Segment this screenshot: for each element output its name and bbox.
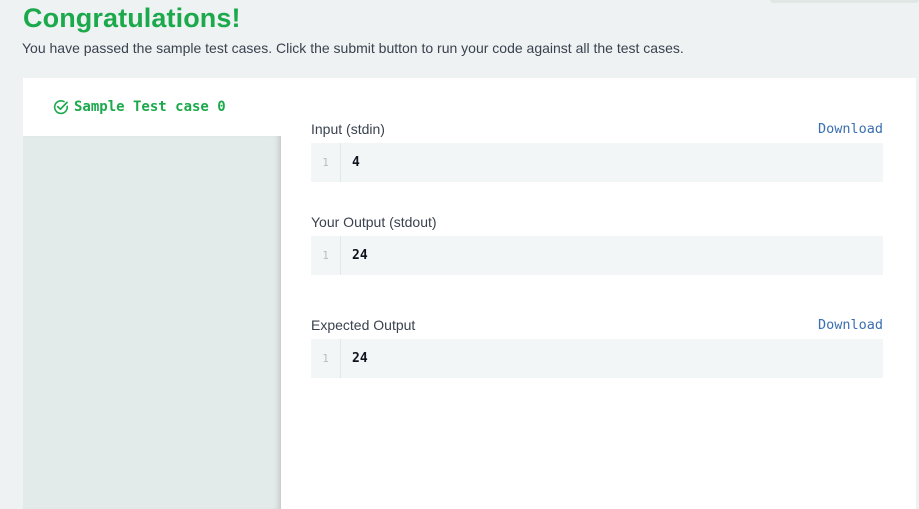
- line-number: 1: [311, 143, 341, 182]
- output-section-header: Your Output (stdout): [311, 214, 883, 234]
- congratulations-title: Congratulations!: [23, 3, 241, 33]
- result-header: Congratulations! You have passed the sam…: [0, 0, 919, 78]
- input-download-link[interactable]: Download: [818, 121, 883, 137]
- output-label: Your Output (stdout): [311, 214, 437, 230]
- line-number: 1: [311, 339, 341, 378]
- input-label: Input (stdin): [311, 121, 385, 137]
- input-section-header: Input (stdin) Download: [311, 121, 883, 141]
- test-results-panel: Sample Test case 0 Input (stdin) Downloa…: [23, 78, 916, 509]
- expected-section-header: Expected Output Download: [311, 317, 883, 337]
- input-code-box: 1 4: [311, 143, 883, 182]
- tabs-empty-area: [23, 136, 281, 509]
- check-circle-icon: [53, 99, 69, 115]
- tab-label: Sample Test case 0: [74, 99, 226, 115]
- result-message: You have passed the sample test cases. C…: [22, 40, 684, 56]
- expected-value: 24: [352, 351, 368, 366]
- expected-code-box: 1 24: [311, 339, 883, 378]
- test-case-tabs: Sample Test case 0: [23, 78, 281, 509]
- output-code-box: 1 24: [311, 236, 883, 275]
- input-value: 4: [352, 155, 360, 170]
- output-value: 24: [352, 248, 368, 263]
- expected-label: Expected Output: [311, 317, 416, 333]
- line-number: 1: [311, 236, 341, 275]
- expected-download-link[interactable]: Download: [818, 317, 883, 333]
- tab-sample-test-case-0[interactable]: Sample Test case 0: [23, 78, 281, 136]
